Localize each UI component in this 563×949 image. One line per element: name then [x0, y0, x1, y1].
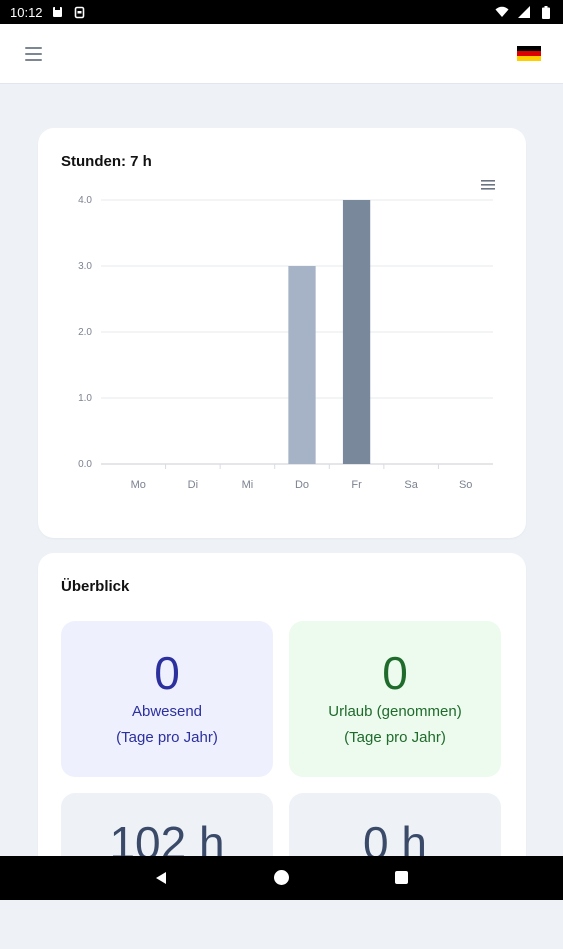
back-icon[interactable] — [154, 871, 168, 890]
x-tick-label: Mo — [131, 479, 146, 491]
x-tick-label: Di — [188, 479, 198, 491]
y-tick-label: 0.0 — [78, 459, 92, 470]
hours-bar-chart: 0.0 1.0 2.0 3.0 4.0 Mo Di Mi Do Fr Sa So — [78, 195, 493, 491]
vacation-label: Urlaub (genommen) — [328, 703, 462, 720]
y-tick-label: 3.0 — [78, 261, 92, 272]
wifi-icon — [495, 5, 509, 19]
bar-fr[interactable] — [342, 200, 371, 464]
menu-icon[interactable] — [24, 44, 44, 64]
x-tick-label: So — [459, 479, 472, 491]
x-tick-label: Mi — [242, 479, 254, 491]
y-tick-label: 4.0 — [78, 195, 92, 206]
x-tick-label: Fr — [351, 479, 362, 491]
signal-icon — [517, 5, 531, 19]
overview-card: Überblick 0 Abwesend (Tage pro Jahr) 0 U… — [38, 553, 526, 949]
vacation-value: 0 — [382, 647, 408, 699]
absent-sub: (Tage pro Jahr) — [116, 729, 218, 746]
x-tick-label: Sa — [404, 479, 418, 491]
system-nav-bar — [0, 856, 563, 900]
vacation-tile[interactable]: 0 Urlaub (genommen) (Tage pro Jahr) — [289, 621, 501, 777]
y-tick-label: 1.0 — [78, 393, 92, 404]
absent-value: 0 — [154, 647, 180, 699]
hours-chart-card: Stunden: 7 h 0.0 1.0 2.0 3.0 4.0 Mo Di Mi Do Fr S… — [38, 128, 526, 538]
absent-tile[interactable]: 0 Abwesend (Tage pro Jahr) — [61, 621, 273, 777]
absent-label: Abwesend — [131, 703, 203, 720]
german-flag-icon[interactable] — [517, 46, 541, 61]
x-tick-label: Do — [295, 479, 309, 491]
notification-icon — [51, 5, 65, 19]
overview-title: Überblick — [61, 578, 130, 595]
y-tick-label: 2.0 — [78, 327, 92, 338]
app-bar — [0, 24, 563, 84]
recents-icon[interactable] — [395, 871, 408, 884]
home-icon[interactable] — [274, 870, 289, 885]
battery-icon — [539, 5, 553, 19]
sim-icon — [73, 5, 87, 19]
status-time: 10:12 — [10, 4, 43, 20]
bar-do[interactable] — [288, 266, 316, 464]
vacation-sub: (Tage pro Jahr) — [344, 729, 446, 746]
status-bar: 10:12 — [0, 0, 563, 24]
